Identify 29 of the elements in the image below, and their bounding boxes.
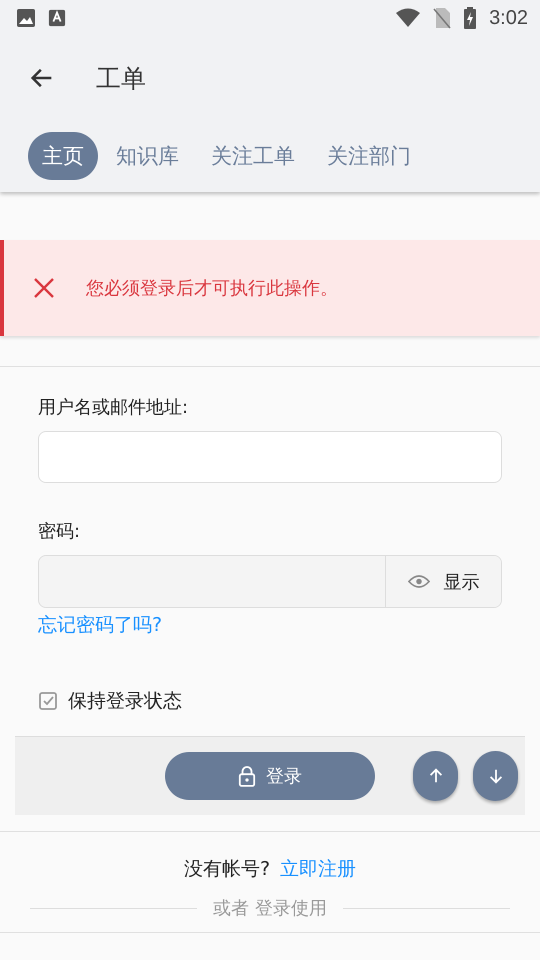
wifi-icon — [395, 8, 422, 28]
forgot-password-link[interactable]: 忘记密码了吗? — [38, 612, 162, 638]
scroll-up-button[interactable] — [413, 751, 458, 801]
tab[interactable]: 关注部门 — [313, 132, 425, 180]
battery-icon — [463, 7, 478, 29]
no-account-text: 没有帐号? — [184, 857, 270, 882]
close-icon — [32, 276, 56, 300]
remember-label: 保持登录状态 — [68, 689, 182, 714]
password-label: 密码: — [38, 520, 82, 543]
password-field[interactable]: 显示 — [38, 555, 502, 608]
username-field[interactable] — [38, 431, 502, 483]
login-button[interactable]: 登录 — [165, 752, 375, 800]
page-title: 工单 — [96, 62, 146, 94]
username-label: 用户名或邮件地址: — [38, 396, 190, 419]
tab[interactable]: 关注工单 — [197, 132, 309, 180]
status-time: 3:02 — [489, 6, 528, 30]
checkbox[interactable] — [38, 691, 58, 711]
image-icon — [16, 8, 36, 28]
tab[interactable]: 主页 — [28, 132, 98, 180]
tab[interactable]: 知识库 — [102, 132, 193, 180]
or-text: 或者 登录使用 — [213, 897, 327, 920]
error-message: 您必须登录后才可执行此操作。 — [86, 277, 338, 300]
keyboard-icon — [48, 9, 66, 27]
scroll-down-button[interactable] — [473, 751, 518, 801]
lock-icon — [238, 765, 256, 787]
show-password-button[interactable]: 显示 — [385, 556, 501, 607]
eye-icon — [408, 574, 430, 589]
register-link[interactable]: 立即注册 — [280, 856, 356, 882]
no-sim-icon — [433, 7, 452, 29]
